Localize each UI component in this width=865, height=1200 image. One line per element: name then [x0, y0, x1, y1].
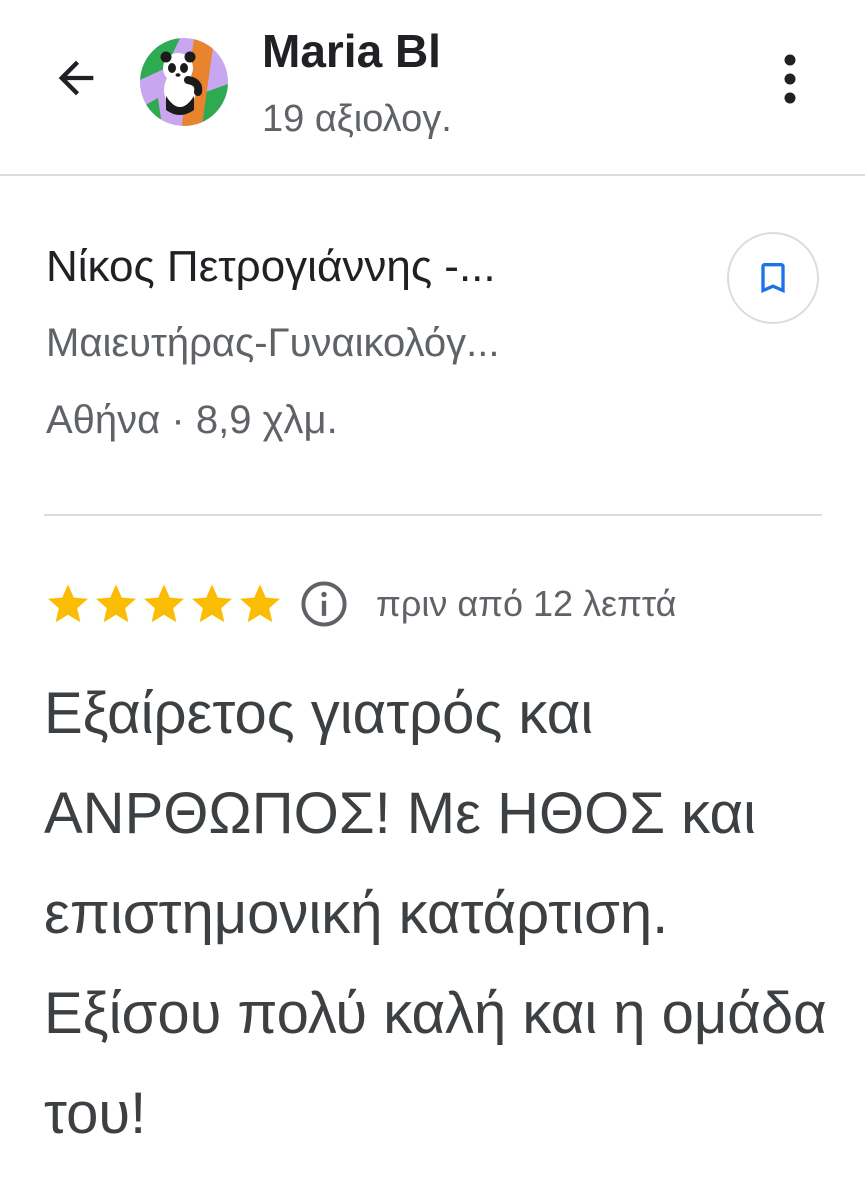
- arrow-left-icon: [58, 60, 94, 96]
- star-icon: [192, 584, 232, 623]
- place-category: Μαιευτήρας-Γυναικολόγ...: [46, 321, 500, 365]
- reviewer-name[interactable]: Maria Bl: [262, 24, 441, 78]
- star-icon: [240, 584, 280, 623]
- star-icon: [96, 584, 136, 623]
- star-rating: [44, 580, 284, 628]
- review-meta: πριν από 12 λεπτά: [44, 574, 676, 634]
- profile-header: Maria Bl 19 αξιολογ.: [0, 0, 865, 176]
- back-button[interactable]: [46, 48, 106, 108]
- star-icon: [144, 584, 184, 623]
- section-divider: [44, 514, 822, 516]
- more-options-button[interactable]: [762, 44, 818, 114]
- bookmark-icon: [761, 263, 785, 293]
- place-name[interactable]: Νίκος Πετρογιάννης -...: [46, 242, 496, 292]
- review-text: Εξαίρετος γιατρός και ΑΝΡΘΩΠΟΣ! Με ΗΘΟΣ …: [44, 681, 827, 1146]
- panda-avatar-icon: [140, 38, 228, 126]
- more-vertical-icon: [784, 54, 796, 104]
- place-location: Αθήνα · 8,9 χλμ.: [46, 398, 338, 442]
- review-time: πριν από 12 λεπτά: [376, 583, 677, 624]
- star-icon: [48, 584, 88, 623]
- reviewer-review-count: 19 αξιολογ.: [262, 98, 452, 140]
- avatar[interactable]: [140, 38, 228, 126]
- info-icon[interactable]: [298, 578, 350, 630]
- save-place-button[interactable]: [727, 232, 819, 324]
